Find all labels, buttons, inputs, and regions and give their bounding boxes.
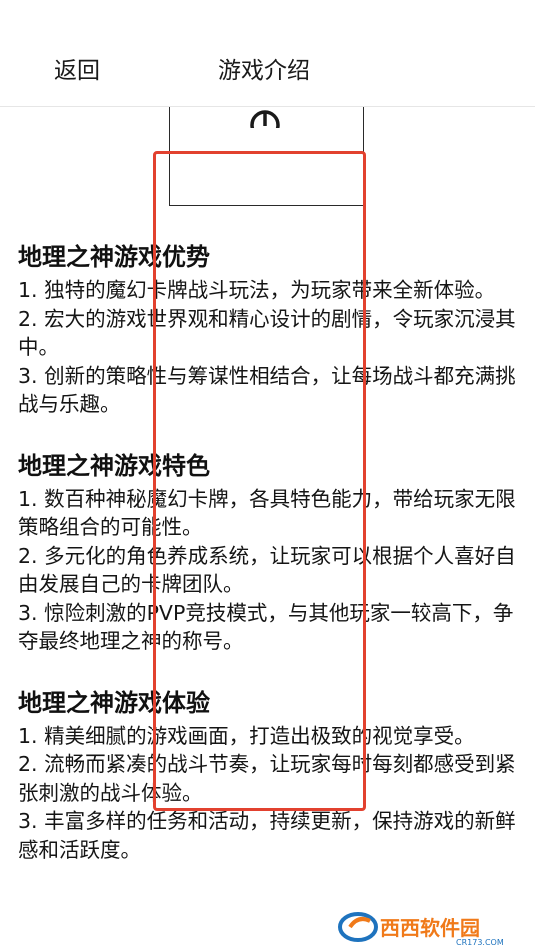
list-item: 3. 惊险刺激的PVP竞技模式，与其他玩家一较高下，争夺最终地理之神的称号。 [18,600,514,654]
section-title: 地理之神游戏优势 [18,243,210,271]
list-item: 1. 数百种神秘魔幻卡牌，各具特色能力，带给玩家无限策略组合的可能性。 [18,486,516,540]
watermark-logo: 西西软件园 CR173.COM [336,907,531,947]
top-bar: 返回 游戏介绍 [0,0,535,107]
section-experience: 地理之神游戏体验 1. 精美细腻的游戏画面，打造出极致的视觉享受。 2. 流畅而… [18,686,518,865]
list-item: 1. 精美细腻的游戏画面，打造出极致的视觉享受。 [18,723,475,748]
watermark-brand-text: 西西软件园 [380,916,480,940]
list-item: 2. 流畅而紧凑的战斗节奏，让玩家每时每刻都感受到紧张刺激的战斗体验。 [18,752,516,805]
watermark-domain-text: CR173.COM [456,938,504,947]
list-item: 3. 丰富多样的任务和活动，持续更新，保持游戏的新鲜感和活跃度。 [18,809,516,862]
page: 返回 游戏介绍 地理之神游戏优势 1. 独特的魔幻卡牌战斗玩法，为玩家带来全新体… [0,0,535,951]
section-title: 地理之神游戏特色 [18,451,210,480]
back-button[interactable]: 返回 [54,57,100,85]
list-item: 3. 创新的策略性与筹谋性相结合，让每场战斗都充满挑战与乐趣。 [18,363,516,417]
power-icon [248,108,282,128]
list-item: 2. 多元化的角色养成系统，让玩家可以根据个人喜好自由发展自己的卡牌团队。 [18,543,516,597]
page-title: 游戏介绍 [218,58,310,84]
intro-content: 地理之神游戏优势 1. 独特的魔幻卡牌战斗玩法，为玩家带来全新体验。 2. 宏大… [18,240,518,894]
list-item: 1. 独特的魔幻卡牌战斗玩法，为玩家带来全新体验。 [18,278,496,302]
section-advantages: 地理之神游戏优势 1. 独特的魔幻卡牌战斗玩法，为玩家带来全新体验。 2. 宏大… [18,240,518,419]
section-title: 地理之神游戏体验 [18,688,210,717]
list-item: 2. 宏大的游戏世界观和精心设计的剧情，令玩家沉浸其中。 [18,306,516,360]
section-features: 地理之神游戏特色 1. 数百种神秘魔幻卡牌，各具特色能力，带给玩家无限策略组合的… [18,449,518,656]
